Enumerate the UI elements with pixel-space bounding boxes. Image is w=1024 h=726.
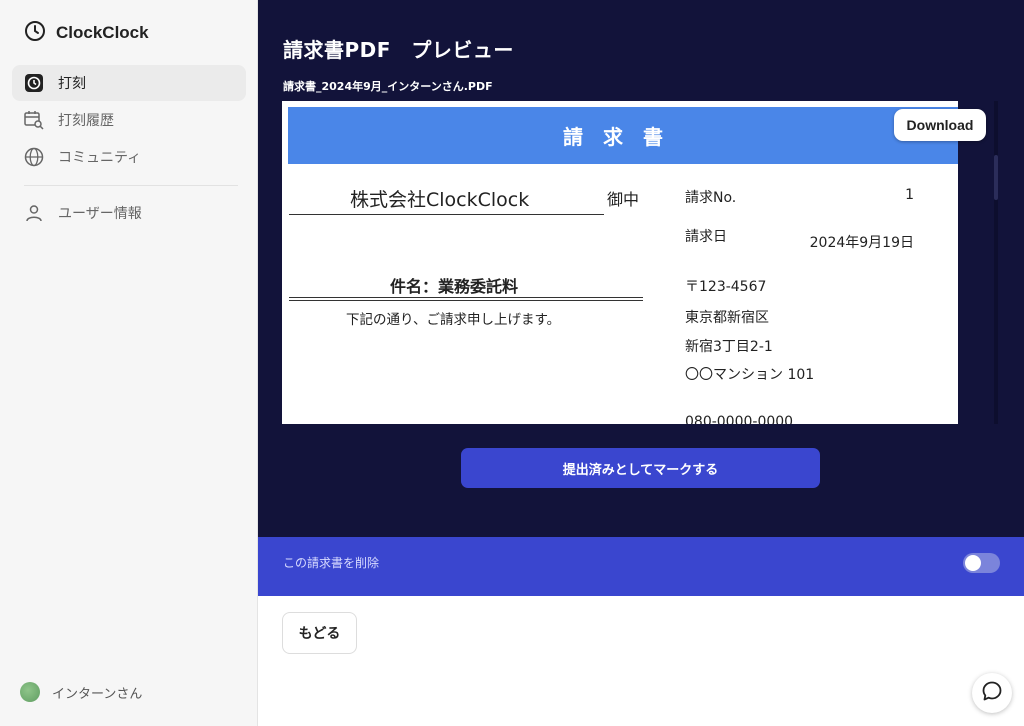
preview-scrollbar[interactable] [994,155,998,200]
brand[interactable]: ClockClock [24,20,149,46]
company-underline [289,214,604,215]
invoice-address-1: 東京都新宿区 [685,310,769,326]
subject-underline-second [289,300,643,301]
mark-submitted-button[interactable]: 提出済みとしてマークする [461,448,820,488]
invoice-no-value: 1 [905,187,914,203]
back-button[interactable]: もどる [282,612,357,654]
invoice-header: 請求書 [288,107,958,164]
toggle-knob [965,555,981,571]
chat-button[interactable] [972,673,1012,713]
delete-toggle[interactable] [963,553,1000,573]
user-name: インターンさん [52,686,143,702]
invoice-company: 株式会社ClockClock [350,189,530,211]
brand-name: ClockClock [56,23,149,42]
delete-label: この請求書を削除 [283,556,380,570]
preview-scroll-track [994,101,998,424]
calendar-search-icon [24,110,44,130]
delete-section: この請求書を削除 [258,537,1024,596]
sidebar-item-community[interactable]: コミュニティ [12,139,246,175]
sidebar-item-history[interactable]: 打刻履歴 [12,102,246,138]
invoice-postal: 〒123-4567 [685,279,767,295]
invoice-phone: 080-0000-0000 [685,414,794,424]
invoice-date-value: 2024年9月19日 [809,235,914,251]
invoice-request-text: 下記の通り、ご請求申し上げます。 [346,312,561,328]
download-button[interactable]: Download [894,109,986,141]
invoice-subject: 件名：業務委託料 [390,277,519,296]
person-icon [24,203,44,223]
globe-icon [24,147,44,167]
sidebar-item-label: ユーザー情報 [58,206,142,222]
chat-bubble-icon [981,680,1003,706]
subject-underline [289,297,643,298]
clock-icon [24,73,44,93]
invoice-date-label: 請求日 [685,229,727,245]
app-root: ClockClock 打刻 打刻履歴 コミュニティ ユーザー情報 インターンさん… [0,0,1024,726]
clock-logo-icon [24,20,46,46]
pdf-preview[interactable]: 請求書 株式会社ClockClock 御中 件名：業務委託料 下記の通り、ご請求… [282,101,958,424]
invoice-no-label: 請求No. [685,190,737,206]
invoice-address-2: 新宿3丁目2-1 [685,339,773,355]
main-panel: 請求書PDF プレビュー 請求書_2024年9月_インターンさん.PDF 請求書… [258,0,1024,537]
file-name: 請求書_2024年9月_インターンさん.PDF [283,80,493,93]
avatar [20,682,40,702]
sidebar: ClockClock 打刻 打刻履歴 コミュニティ ユーザー情報 インターンさん [0,0,258,726]
user-profile[interactable]: インターンさん [20,682,142,702]
sidebar-item-label: 打刻 [58,76,86,92]
page-title: 請求書PDF プレビュー [283,38,514,62]
invoice-address-3: 〇〇マンション 101 [685,367,815,383]
sidebar-item-user-info[interactable]: ユーザー情報 [12,195,246,231]
sidebar-divider [24,185,238,186]
sidebar-item-label: コミュニティ [58,150,142,166]
sidebar-item-label: 打刻履歴 [58,113,114,129]
invoice-honorific: 御中 [607,190,640,209]
sidebar-item-stamp[interactable]: 打刻 [12,65,246,101]
